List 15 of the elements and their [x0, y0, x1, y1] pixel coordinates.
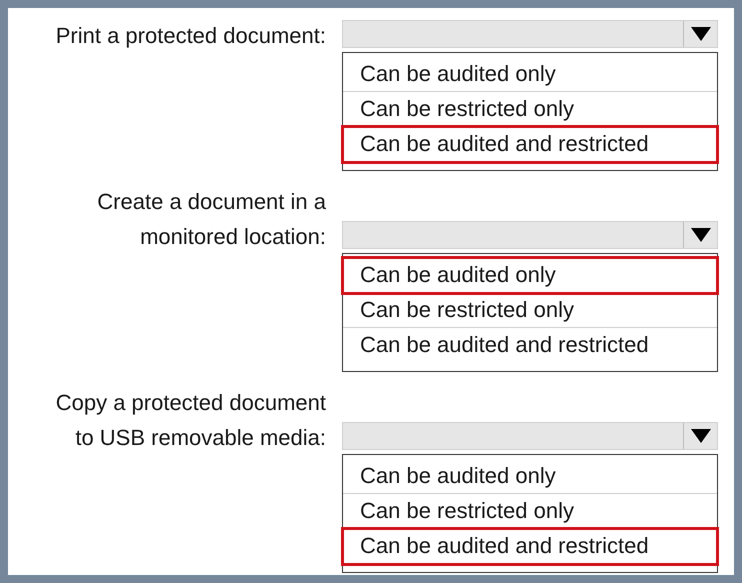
dropdown-arrow-icon[interactable]	[690, 429, 710, 443]
option-item[interactable]: Can be audited only	[343, 258, 717, 293]
dropdown-arrow-icon[interactable]	[690, 27, 710, 41]
option-item[interactable]: Can be audited and restricted	[343, 127, 717, 162]
option-item[interactable]: Can be audited only	[343, 459, 717, 494]
question-label: Copy a protected document to USB removable media:	[54, 389, 326, 452]
option-item[interactable]: Can be restricted only	[343, 494, 717, 529]
option-item[interactable]: Can be audited and restricted	[343, 529, 717, 564]
question-label: Print a protected document:	[54, 22, 326, 50]
dropdown-arrow-icon[interactable]	[690, 228, 710, 242]
question-label: Create a document in a monitored location:	[96, 188, 326, 251]
option-item[interactable]: Can be audited only	[343, 57, 717, 92]
option-item[interactable]: Can be restricted only	[343, 92, 717, 127]
option-item[interactable]: Can be restricted only	[343, 293, 717, 328]
option-item[interactable]: Can be audited and restricted	[343, 328, 717, 363]
